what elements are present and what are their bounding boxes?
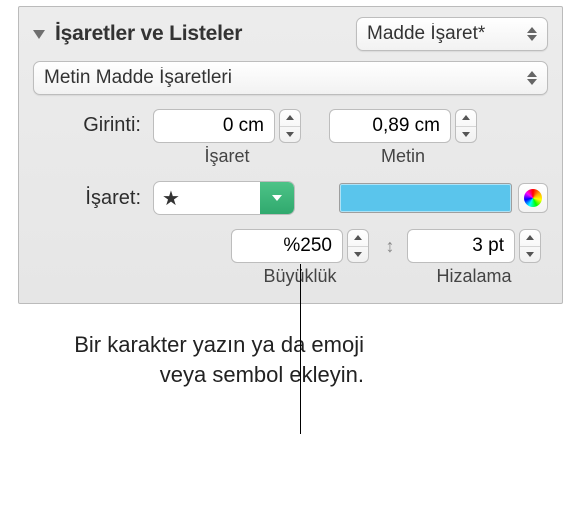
vertical-align-icon: ↕ <box>379 229 401 263</box>
stepper-buttons[interactable] <box>347 229 369 263</box>
bullet-character-field[interactable]: ★ <box>154 186 260 211</box>
stepper-buttons[interactable] <box>519 229 541 263</box>
indent-bullet-stepper[interactable] <box>153 109 301 143</box>
indent-label: Girinti: <box>33 109 141 137</box>
indent-bullet-caption: İşaret <box>204 146 249 167</box>
indent-text-input[interactable] <box>329 109 451 143</box>
size-stepper[interactable] <box>231 229 369 263</box>
section-title: İşaretler ve Listeler <box>55 22 356 46</box>
indent-bullet-input[interactable] <box>153 109 275 143</box>
bullet-character-picker[interactable]: ★ <box>153 181 295 215</box>
bullet-type-popup[interactable]: Metin Madde İşaretleri <box>33 61 548 95</box>
color-wheel-icon <box>524 189 542 207</box>
indent-text-stepper[interactable] <box>329 109 477 143</box>
bullets-lists-panel: İşaretler ve Listeler Madde İşaret* Meti… <box>18 6 563 304</box>
popup-arrows-icon <box>527 27 537 41</box>
list-style-popup[interactable]: Madde İşaret* <box>356 17 548 51</box>
align-input[interactable] <box>407 229 515 263</box>
color-wheel-button[interactable] <box>518 183 548 213</box>
indent-text-caption: Metin <box>381 146 425 167</box>
callout-leader-line <box>300 264 301 434</box>
popup-arrows-icon <box>527 71 537 85</box>
bullet-type-label: Metin Madde İşaretleri <box>44 67 519 89</box>
align-caption: Hizalama <box>436 266 511 287</box>
align-stepper[interactable] <box>407 229 541 263</box>
stepper-buttons[interactable] <box>279 109 301 143</box>
bullet-picker-dropdown-button[interactable] <box>260 182 294 214</box>
bullet-label: İşaret: <box>33 187 141 210</box>
stepper-buttons[interactable] <box>455 109 477 143</box>
bullet-color-well[interactable] <box>339 183 512 213</box>
list-style-label: Madde İşaret* <box>367 23 519 45</box>
callout-text: Bir karakter yazın ya da emoji veya semb… <box>24 330 364 389</box>
disclosure-triangle-icon[interactable] <box>33 30 45 39</box>
size-input[interactable] <box>231 229 343 263</box>
